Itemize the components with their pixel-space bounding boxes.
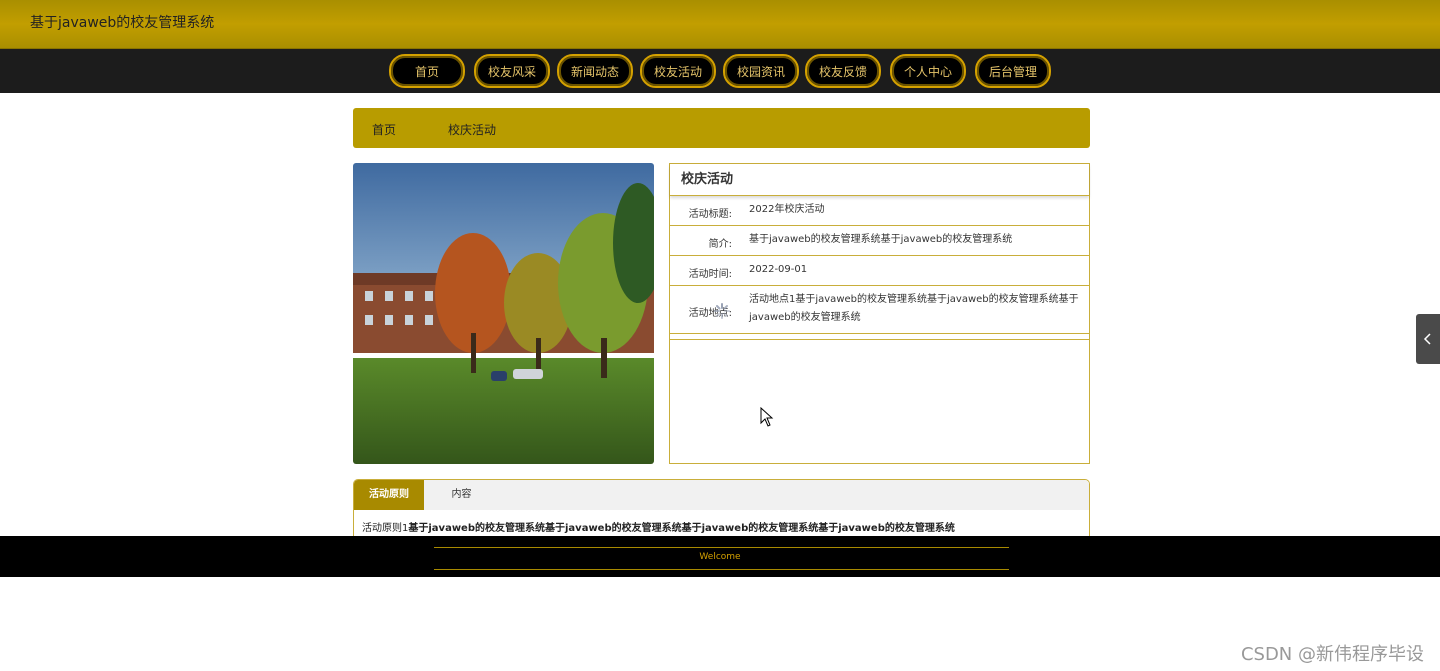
detail-row-summary: 简介: 基于javaweb的校友管理系统基于javaweb的校友管理系统 [670,226,1089,256]
footer-divider-top [434,547,1009,548]
mouse-pointer-icon [760,407,774,427]
tab-content[interactable]: 内容 [424,480,499,510]
nav-item-admin[interactable]: 后台管理 [975,54,1051,88]
detail-value: 活动地点1基于javaweb的校友管理系统基于javaweb的校友管理系统基于j… [749,294,1079,323]
nav-item-alumni-style[interactable]: 校友风采 [474,54,550,88]
breadcrumb-home[interactable]: 首页 [372,121,396,138]
breadcrumb: 首页 校庆活动 [353,108,1090,148]
detail-label: 简介: [708,239,732,250]
loading-spinner-icon [714,303,730,319]
detail-value: 2022年校庆活动 [749,204,825,215]
main-navigation: 首页 校友风采 新闻动态 校友活动 校园资讯 校友反馈 个人中心 后台管理 [0,49,1440,93]
tab-activity-principles[interactable]: 活动原则 [354,480,424,510]
detail-row-title: 活动标题: 2022年校庆活动 [670,196,1089,226]
detail-row-location: 活动地点: 活动地点1基于javaweb的校友管理系统基于javaweb的校友管… [670,286,1089,334]
tab-bar: 活动原则 内容 [354,480,1089,510]
nav-item-personal-center[interactable]: 个人中心 [890,54,966,88]
side-panel-toggle[interactable] [1416,314,1440,364]
activity-photo [353,163,654,464]
breadcrumb-current: 校庆活动 [448,123,497,137]
watermark: CSDN @新伟程序毕设 [1240,644,1424,665]
detail-row-time: 活动时间: 2022-09-01 [670,256,1089,286]
activity-tabs: 活动原则 内容 活动原则1基于javaweb的校友管理系统基于javaweb的校… [353,479,1090,537]
chevron-left-icon [1423,333,1431,345]
header-bar: 基于javaweb的校友管理系统 [0,0,1440,49]
activity-detail-panel: 校庆活动 活动标题: 2022年校庆活动 简介: 基于javaweb的校友管理系… [669,163,1090,464]
footer-divider-bottom [434,569,1009,570]
detail-label: 活动时间: [688,269,732,280]
nav-item-campus-info[interactable]: 校园资讯 [723,54,799,88]
panel-title: 校庆活动 [670,164,1089,196]
nav-item-news[interactable]: 新闻动态 [557,54,633,88]
panel-divider [670,334,1089,340]
tab-text-prefix: 活动原则1 [362,523,409,534]
detail-value: 2022-09-01 [749,264,808,275]
site-title: 基于javaweb的校友管理系统 [30,15,215,31]
footer: Welcome [0,536,1440,577]
nav-item-feedback[interactable]: 校友反馈 [805,54,881,88]
detail-value: 基于javaweb的校友管理系统基于javaweb的校友管理系统 [749,234,1013,245]
nav-item-alumni-activities[interactable]: 校友活动 [640,54,716,88]
footer-welcome: Welcome [699,552,741,562]
campus-photo-image [353,163,654,464]
tab-text-bold: 基于javaweb的校友管理系统基于javaweb的校友管理系统基于javawe… [408,523,955,534]
nav-item-home[interactable]: 首页 [389,54,465,88]
detail-label: 活动标题: [688,209,732,220]
tab-panel-text: 活动原则1基于javaweb的校友管理系统基于javaweb的校友管理系统基于j… [362,519,955,534]
